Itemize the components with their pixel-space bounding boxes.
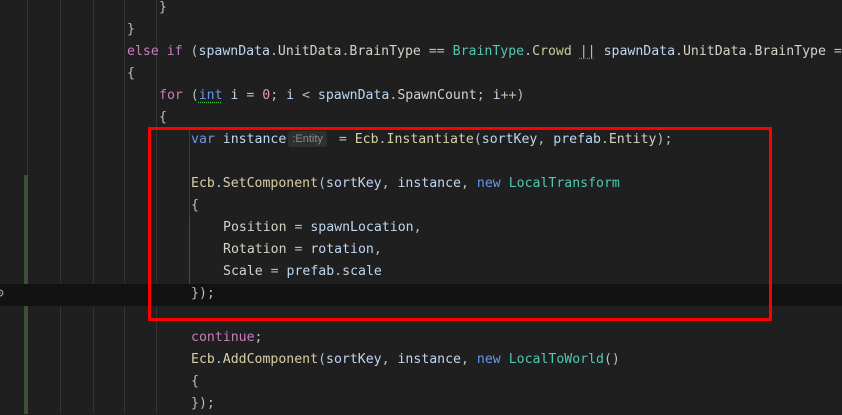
code-token: i <box>286 88 295 103</box>
code-line[interactable]: continue; <box>0 327 842 349</box>
code-token: sortKey <box>326 352 382 367</box>
code-token: spawnData <box>603 44 676 59</box>
code-token: }); <box>191 396 215 411</box>
code-token: LocalToWorld <box>508 352 604 367</box>
code-line[interactable]: }); <box>0 393 842 415</box>
annotation-highlight-box <box>148 127 772 321</box>
code-token: BrainType <box>349 44 421 59</box>
code-token: spawnData <box>317 88 390 103</box>
code-line[interactable]: { <box>0 63 842 85</box>
code-token: Crowd <box>532 44 572 59</box>
code-token: . <box>524 44 533 59</box>
code-line[interactable]: } <box>0 0 842 19</box>
code-token: < <box>294 88 318 103</box>
code-token: . <box>214 352 223 367</box>
code-token: BrainType <box>754 44 826 59</box>
code-token: else <box>127 44 159 59</box>
code-token: . <box>269 44 278 59</box>
code-token: i <box>492 88 501 103</box>
code-line[interactable]: else if (spawnData.UnitData.BrainType ==… <box>0 41 842 63</box>
code-token: Ecb <box>191 352 215 367</box>
code-token: new <box>476 352 501 367</box>
code-token: { <box>159 110 167 125</box>
code-token: , <box>381 352 398 367</box>
code-token: || <box>579 44 596 59</box>
code-token: } <box>127 22 135 37</box>
code-token: ( <box>182 88 199 103</box>
code-token: { <box>127 66 135 81</box>
code-line[interactable]: } <box>0 19 842 41</box>
code-token: () <box>603 352 620 367</box>
code-token: } <box>159 0 167 15</box>
code-token: ( <box>182 44 199 59</box>
code-token: instance <box>397 352 462 367</box>
code-token: int <box>198 88 223 103</box>
code-token: UnitData <box>682 44 747 59</box>
code-token: if <box>166 44 183 59</box>
code-line[interactable]: for (int i = 0; i < spawnData.SpawnCount… <box>0 85 842 107</box>
code-token: { <box>191 374 199 389</box>
code-token: continue <box>191 330 255 345</box>
code-token: == <box>420 44 453 59</box>
code-token: spawnData <box>198 44 270 59</box>
code-token: UnitData <box>277 44 342 59</box>
code-token: ++) <box>500 88 525 103</box>
code-token: = <box>825 44 842 59</box>
code-token: , <box>461 352 477 367</box>
code-token: SpawnCount <box>397 88 477 103</box>
code-token: ; <box>476 88 493 103</box>
code-token: ; <box>254 330 263 345</box>
code-token: AddComponent <box>222 352 319 367</box>
code-token: ( <box>318 352 327 367</box>
code-token: for <box>159 88 183 103</box>
code-line[interactable]: Ecb.AddComponent(sortKey, instance, new … <box>0 349 842 371</box>
code-line[interactable]: { <box>0 371 842 393</box>
code-token: . <box>675 44 683 59</box>
code-line[interactable]: { <box>0 107 842 129</box>
code-token: BrainType <box>452 44 525 59</box>
code-token: ; <box>270 88 287 103</box>
code-token: = <box>238 88 263 103</box>
